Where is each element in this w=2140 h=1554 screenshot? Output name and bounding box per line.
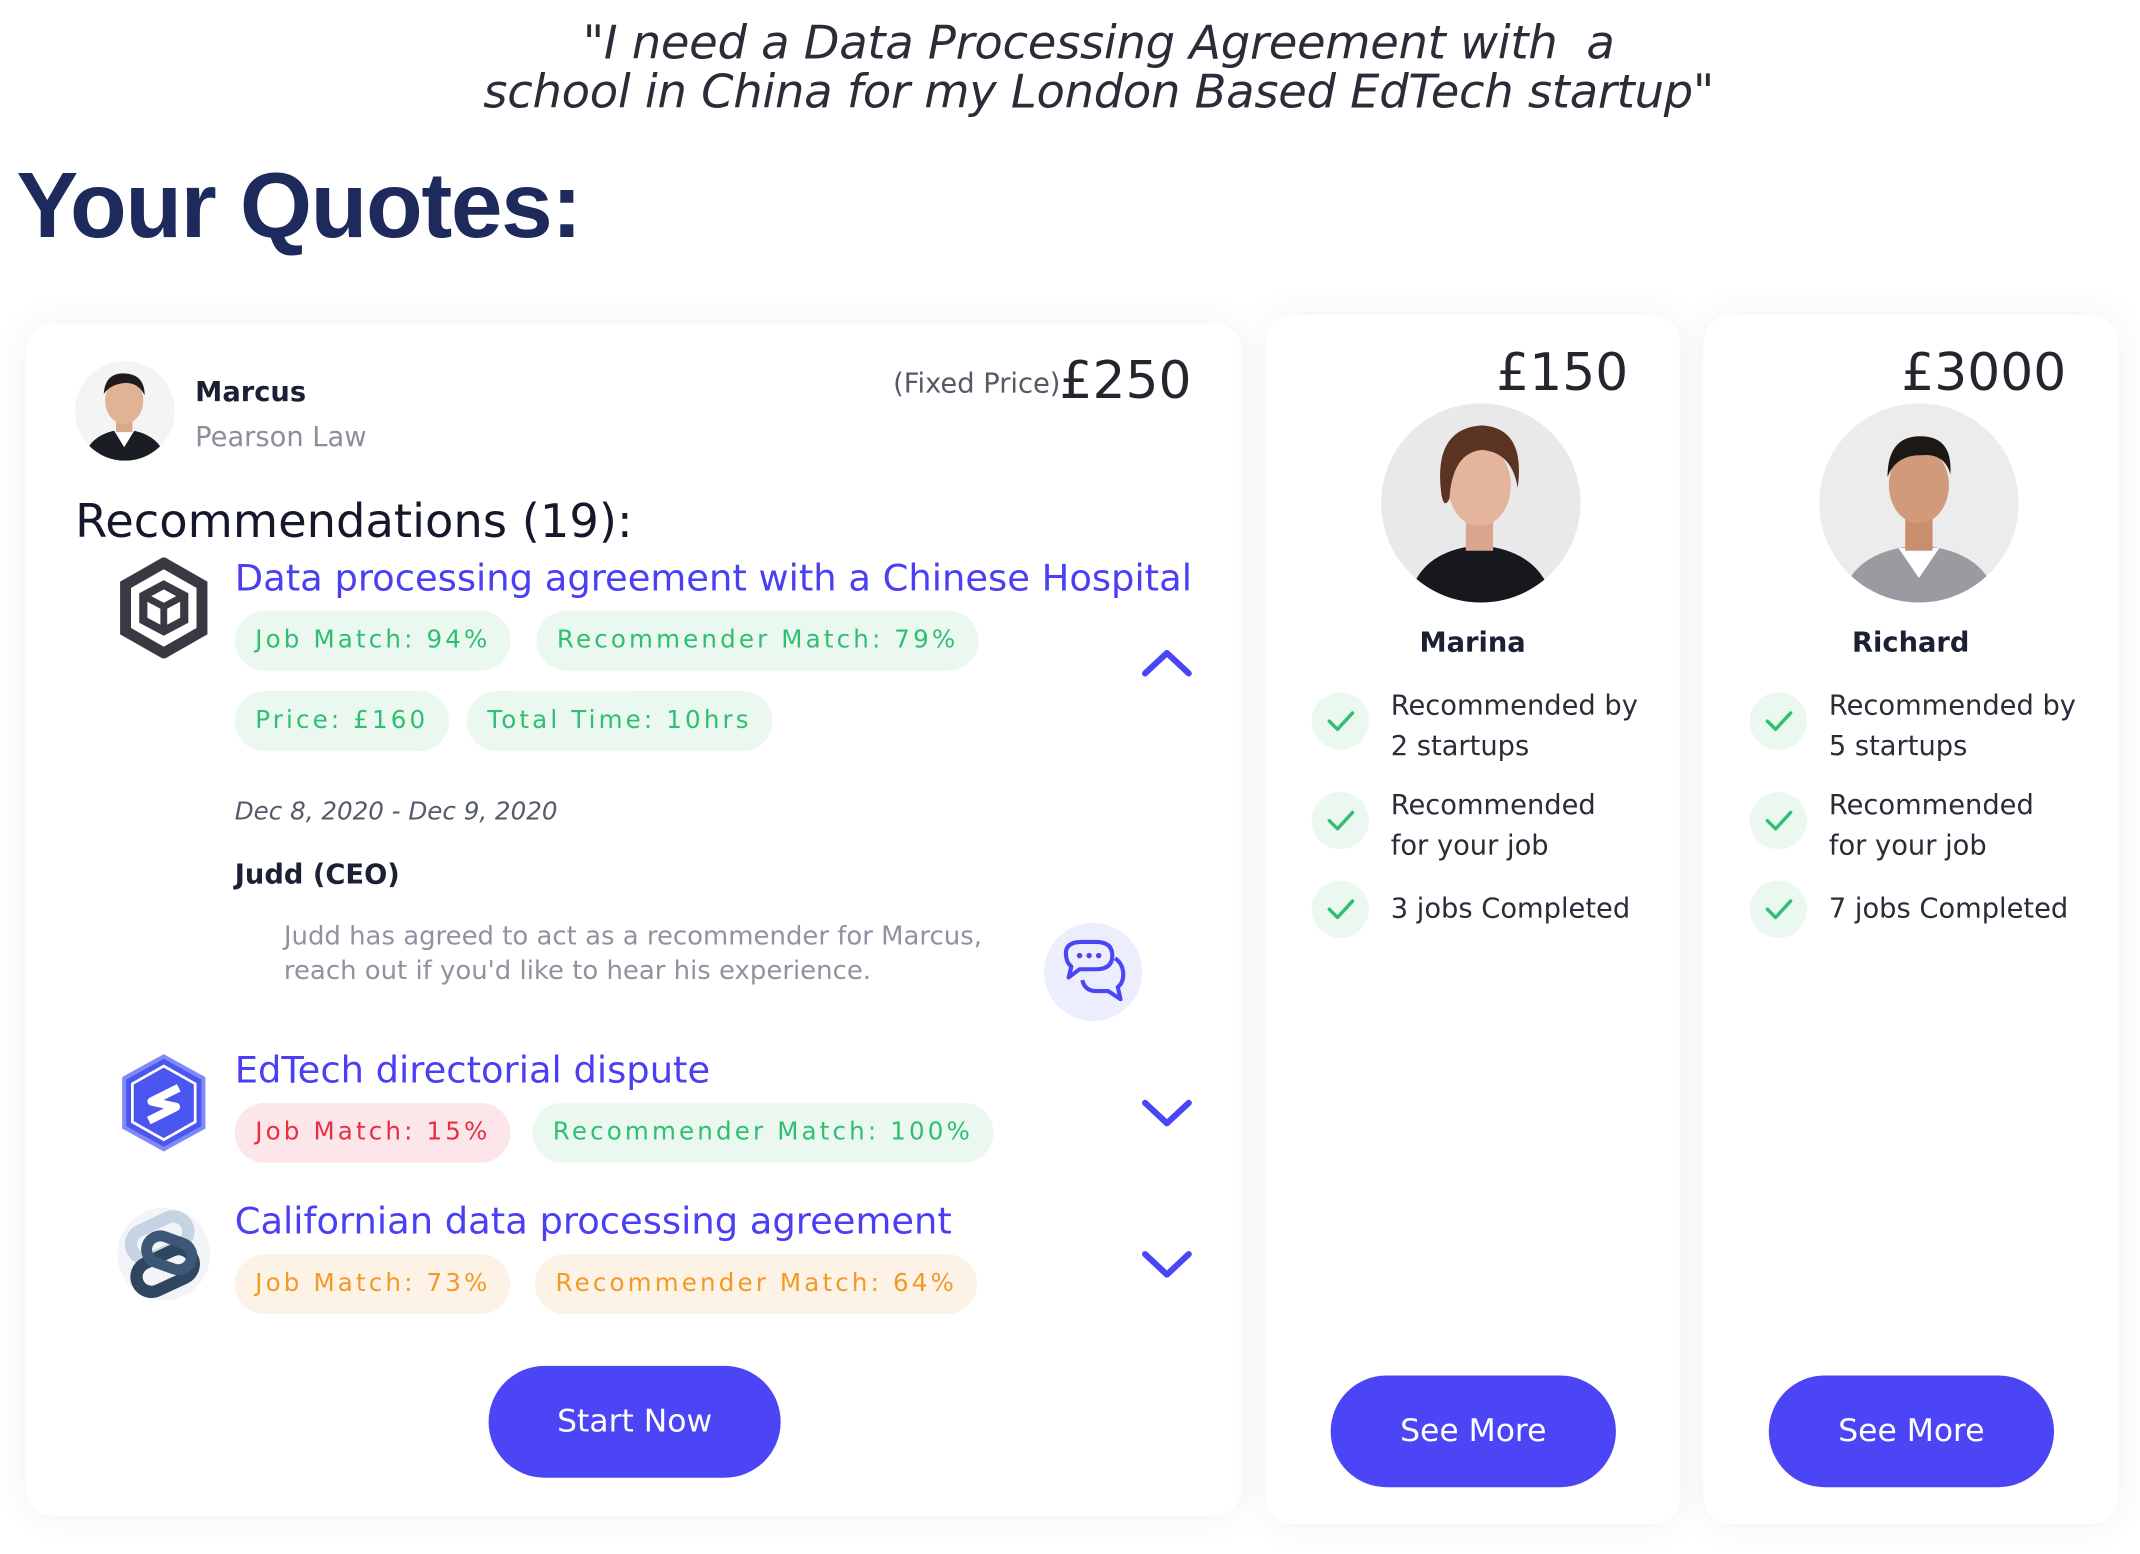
recommender-name: Judd (CEO) [234, 857, 400, 891]
avatar [75, 361, 175, 461]
cube-hexagon-icon [116, 556, 212, 660]
start-now-button[interactable]: Start Now [488, 1365, 781, 1478]
recommender-match-badge: Recommender Match: 64% [535, 1254, 978, 1315]
chat-bubbles-icon [1063, 939, 1126, 1002]
feature-text: 7 jobs Completed [1828, 891, 2069, 925]
price-type-label: (Fixed Price) [893, 366, 1061, 400]
job-match-badge: Job Match: 15% [234, 1102, 511, 1163]
lawyer-firm: Pearson Law [195, 419, 367, 453]
recommendations-heading: Recommendations (19): [75, 494, 633, 550]
see-more-button[interactable]: See More [1330, 1375, 1616, 1488]
quote-card-marina: £150 Marina Recommended by 2 startups Rec… [1265, 314, 1681, 1525]
feature-text: Recommended for your job [1828, 787, 2034, 862]
quote-price: £250 [1059, 350, 1192, 411]
price-badge: Price: £160 [234, 691, 449, 752]
job-match-badge: Job Match: 73% [234, 1254, 511, 1315]
check-icon [1311, 880, 1369, 938]
recommendation-date-range: Dec 8, 2020 - Dec 9, 2020 [234, 797, 558, 827]
quote-price: £3000 [1901, 342, 2067, 403]
check-icon [1749, 880, 1807, 938]
total-time-badge: Total Time: 10hrs [466, 691, 773, 752]
query-line-1: "I need a Data Processing Agreement with… [582, 16, 1615, 71]
query-line-2: school in China for my London Based EdTe… [483, 65, 1714, 120]
person-avatar-icon [1381, 403, 1581, 603]
quote-card-richard: £3000 Richard Recommended by 5 startups R… [1703, 314, 2119, 1525]
feature-text: Recommended by 5 startups [1828, 688, 2076, 763]
s-hexagon-icon [116, 1052, 212, 1153]
lawyer-name: Marcus [195, 374, 307, 408]
feature-text: Recommended for your job [1390, 787, 1596, 862]
chain-link-icon [116, 1204, 212, 1305]
avatar [1381, 403, 1581, 603]
chat-button[interactable] [1044, 922, 1143, 1022]
job-match-badge: Job Match: 94% [234, 610, 511, 671]
avatar [1819, 403, 2019, 603]
recommendation-title-link[interactable]: EdTech directorial dispute [235, 1050, 710, 1092]
feature-text: Recommended by 2 startups [1390, 688, 1638, 763]
canvas: "I need a Data Processing Agreement with… [0, 0, 2140, 1554]
lawyer-name: Richard [1852, 625, 1970, 659]
check-icon [1311, 692, 1369, 750]
person-avatar-icon [75, 361, 175, 461]
check-icon [1749, 692, 1807, 750]
quote-card-marcus: Marcus Pearson Law (Fixed Price) £250 Re… [25, 323, 1242, 1516]
recommender-note: Judd has agreed to act as a recommender … [283, 921, 982, 986]
search-query: "I need a Data Processing Agreement with… [0, 19, 2140, 117]
chevron-down-icon[interactable] [1140, 1249, 1195, 1282]
see-more-button[interactable]: See More [1768, 1375, 2055, 1488]
lawyer-name: Marina [1419, 625, 1526, 659]
check-icon [1749, 792, 1807, 850]
page-title: Your Quotes: [16, 154, 582, 258]
chevron-up-icon[interactable] [1140, 646, 1195, 679]
person-avatar-icon [1819, 403, 2019, 603]
feature-text: 3 jobs Completed [1390, 891, 1631, 925]
check-icon [1311, 792, 1369, 850]
recommendation-title-link[interactable]: Californian data processing agreement [235, 1201, 952, 1243]
quote-price: £150 [1496, 342, 1629, 403]
recommender-match-badge: Recommender Match: 100% [532, 1102, 994, 1163]
recommendation-title-link[interactable]: Data processing agreement with a Chinese… [235, 558, 1192, 600]
chevron-down-icon[interactable] [1140, 1097, 1195, 1130]
recommender-match-badge: Recommender Match: 79% [536, 610, 979, 671]
